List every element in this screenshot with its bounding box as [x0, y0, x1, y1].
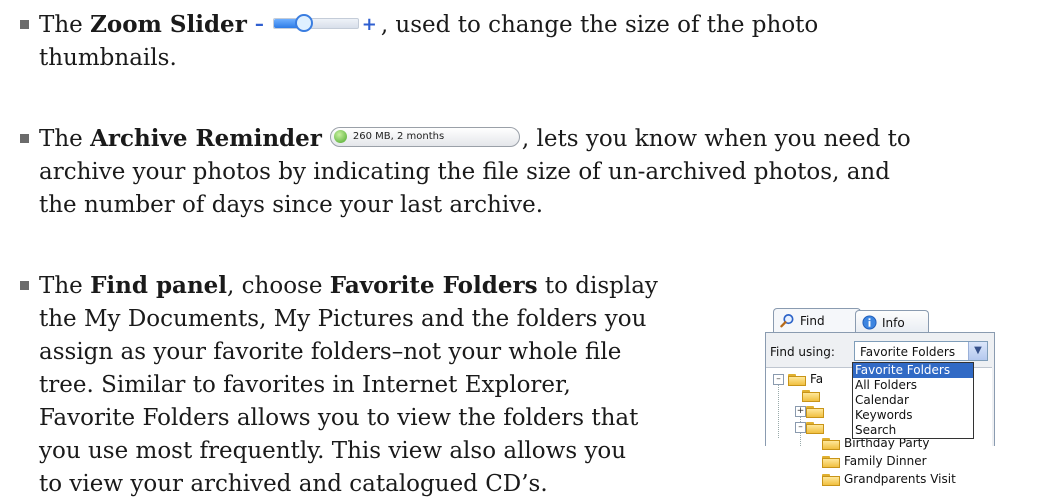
text-run: assign as your favorite folders–not your…: [39, 339, 622, 365]
text-line: The Find panel, choose Favorite Folders …: [39, 269, 658, 303]
text-line: Favorite Folders allows you to view the …: [39, 402, 658, 435]
text-line: archive your photos by indicating the fi…: [39, 156, 911, 189]
text-run: The: [39, 273, 91, 299]
text-run: the number of days since your last archi…: [39, 192, 544, 218]
bold-term: Find panel: [90, 272, 228, 299]
zoom-thumb-handle[interactable]: [295, 14, 314, 32]
tree-node[interactable]: [802, 387, 824, 403]
text-line: assign as your favorite folders–not your…: [39, 336, 658, 369]
bullet-marker: [20, 20, 29, 29]
tree-node[interactable]: [806, 403, 828, 419]
text-line: The Archive Reminder 260 MB, 2 months , le…: [39, 122, 911, 156]
tree-item[interactable]: Family Dinner: [822, 453, 927, 469]
text-run: the My Documents, My Pictures and the fo…: [39, 306, 647, 332]
tab-info-label: Info: [882, 316, 905, 330]
collapse-icon[interactable]: –: [773, 374, 784, 385]
tree-item-label: Family Dinner: [844, 454, 927, 468]
dropdown-option-favorite-folders[interactable]: Favorite Folders: [853, 363, 973, 378]
dropdown-option-search[interactable]: Search: [853, 423, 973, 438]
find-panel-body: Find using: Favorite Folders ▼ Favorite …: [765, 332, 995, 486]
text-line: thumbnails.: [39, 42, 818, 75]
bullet-marker: [20, 281, 29, 290]
expand-icon[interactable]: +: [795, 406, 806, 417]
folder-icon: [822, 455, 840, 468]
folder-icon: [806, 421, 824, 434]
folder-icon: [802, 389, 820, 402]
search-icon: [780, 314, 794, 328]
chevron-down-icon[interactable]: ▼: [968, 342, 987, 360]
text-run: to display: [537, 273, 658, 299]
text-run: The: [39, 126, 91, 152]
text-line: the My Documents, My Pictures and the fo…: [39, 303, 658, 336]
tree-root-label: Fa: [810, 372, 824, 386]
text-run: Favorite Folders allows you to view the …: [39, 405, 639, 431]
folder-icon: [788, 373, 806, 386]
tab-find[interactable]: Find: [773, 308, 861, 333]
text-line: to view your archived and catalogued CD’…: [39, 468, 658, 501]
find-panel: Find Info Find using: Favorite Folders ▼…: [765, 300, 995, 486]
bullet-paragraph: The Find panel, choose Favorite Folders …: [39, 269, 658, 501]
text-run: to view your archived and catalogued CD’…: [39, 471, 548, 497]
dropdown-option-keywords[interactable]: Keywords: [853, 408, 973, 423]
text-run: , used to change the size of the photo: [380, 12, 819, 38]
dropdown-option-calendar[interactable]: Calendar: [853, 393, 973, 408]
bullet-marker: [20, 134, 29, 143]
archive-reminder[interactable]: 260 MB, 2 months: [329, 127, 520, 147]
bold-term: Archive Reminder: [90, 125, 322, 152]
find-using-label: Find using:: [770, 345, 835, 359]
collapse-icon[interactable]: –: [795, 422, 806, 433]
text-run: you use most frequently. This view also …: [39, 438, 627, 464]
zoom-slider[interactable]: – +: [255, 12, 377, 35]
tree-item[interactable]: Grandparents Visit: [822, 471, 956, 487]
tree-root-node[interactable]: Fa: [788, 371, 823, 387]
text-run: The: [39, 12, 91, 38]
tree-guide-line: [778, 378, 779, 438]
bold-term: Favorite Folders: [329, 272, 538, 299]
zoom-out-button[interactable]: –: [255, 8, 264, 41]
info-icon: [862, 315, 877, 330]
text-line: tree. Similar to favorites in Internet E…: [39, 369, 658, 402]
text-run: , lets you know when you need to: [521, 126, 911, 152]
folder-icon: [806, 405, 824, 418]
status-ok-icon: [333, 130, 347, 143]
zoom-in-button[interactable]: +: [362, 8, 377, 41]
bullet-paragraph: The Zoom Slider – +, used to change the si…: [39, 8, 818, 75]
tree-node[interactable]: [806, 419, 828, 435]
text-run: thumbnails.: [39, 45, 177, 71]
bold-term: Zoom Slider: [90, 11, 247, 38]
archive-reminder-text: 260 MB, 2 months: [352, 131, 445, 142]
text-line: you use most frequently. This view also …: [39, 435, 658, 468]
text-run: tree. Similar to favorites in Internet E…: [39, 372, 571, 398]
folder-icon: [822, 473, 840, 486]
dropdown-option-all-folders[interactable]: All Folders: [853, 378, 973, 393]
find-using-select[interactable]: Favorite Folders ▼: [854, 341, 988, 361]
text-run: , choose: [227, 273, 330, 299]
folder-icon: [822, 437, 840, 450]
find-using-dropdown: Favorite Folders All Folders Calendar Ke…: [852, 362, 974, 439]
text-run: archive your photos by indicating the fi…: [39, 159, 890, 185]
tab-find-label: Find: [800, 314, 825, 328]
find-using-value: Favorite Folders: [860, 345, 956, 359]
zoom-track[interactable]: [272, 14, 359, 32]
text-line: The Zoom Slider – +, used to change the si…: [39, 8, 818, 42]
text-line: the number of days since your last archi…: [39, 189, 911, 222]
bullet-paragraph: The Archive Reminder 260 MB, 2 months , le…: [39, 122, 911, 222]
tree-item-label: Grandparents Visit: [844, 472, 956, 486]
